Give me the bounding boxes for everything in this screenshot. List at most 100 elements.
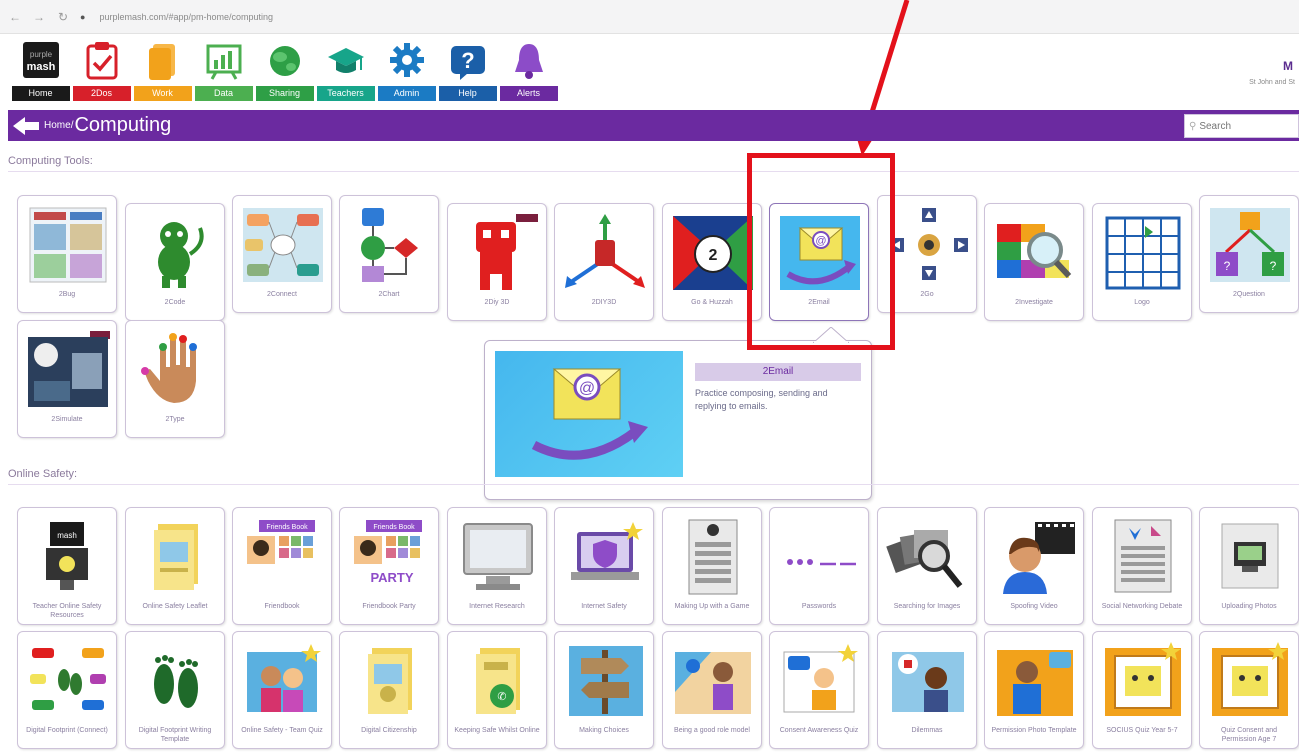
toolbar-help-label: Help (438, 86, 497, 101)
tool-card-2simulate[interactable]: 2Simulate (17, 320, 117, 438)
section-header-computing-tools: Computing Tools: (8, 150, 1299, 172)
safety-card-passwords[interactable]: Passwords (769, 507, 869, 625)
search-box[interactable]: ⚲ (1184, 114, 1299, 138)
2go-direction-icon (886, 206, 970, 284)
toolbar-home[interactable]: purple mash Home (10, 40, 71, 106)
logo-grid-icon (1101, 214, 1185, 292)
search-input[interactable] (1199, 120, 1288, 132)
svg-text:?: ? (461, 48, 474, 73)
safety-card-internet-safety[interactable]: Internet Safety (554, 507, 654, 625)
toolbar-work-label: Work (133, 86, 192, 101)
safety-card-consent-permission-quiz[interactable]: Quiz Consent and Permission Age 7 (1199, 631, 1299, 749)
svg-text:@: @ (579, 380, 595, 397)
safety-card-friendbook-party[interactable]: Friends Book PARTY Friendbook Party (339, 507, 439, 625)
toolbar-sharing[interactable]: Sharing (254, 40, 315, 106)
safety-card-uploading-photos[interactable]: Uploading Photos (1199, 507, 1299, 625)
popup-title: 2Email (695, 363, 861, 381)
safety-card-team-quiz[interactable]: Online Safety - Team Quiz (232, 631, 332, 749)
2type-hand-icon (134, 331, 218, 409)
safety-card-making-choices[interactable]: Making Choices (554, 631, 654, 749)
safety-card-keeping-safe[interactable]: ✆ Keeping Safe Whilst Online (447, 631, 547, 749)
2simulate-scene-icon (26, 331, 110, 409)
safety-card-label: Permission Photo Template (991, 727, 1077, 734)
tool-card-label: 2Code (164, 299, 186, 306)
safety-card-spoofing-video[interactable]: Spoofing Video (984, 507, 1084, 625)
tool-card-2type[interactable]: 2Type (125, 320, 225, 438)
safety-card-internet-research[interactable]: Internet Research (447, 507, 547, 625)
toolbar-help[interactable]: ? Help (437, 40, 498, 106)
lock-icon: ● (80, 11, 86, 22)
user-name[interactable]: M (1283, 59, 1293, 73)
person-film-icon (993, 518, 1077, 596)
tool-card-2bug[interactable]: 2Bug (17, 195, 117, 313)
safety-card-game[interactable]: Making Up with a Game (662, 507, 762, 625)
svg-text:Friends Book: Friends Book (373, 524, 415, 531)
tool-card-label: 2Simulate (51, 416, 83, 423)
url-field[interactable]: purplemash.com/#app/pm-home/computing (99, 11, 274, 22)
safety-card-label: Being a good role model (674, 727, 750, 734)
safety-card-label: Friendbook (264, 603, 300, 610)
upload-monitor-icon (1208, 518, 1292, 596)
tool-card-2connect[interactable]: 2Connect (232, 195, 332, 313)
footprint-mindmap-icon (26, 642, 110, 720)
toolbar-teachers[interactable]: Teachers (315, 40, 376, 106)
safety-card-dilemmas[interactable]: Dilemmas (877, 631, 977, 749)
safety-card-consent-quiz[interactable]: Consent Awareness Quiz (769, 631, 869, 749)
popup-2email-image-icon: @ (495, 351, 683, 477)
svg-text:mash: mash (57, 531, 77, 540)
forward-nav-icon[interactable]: → (32, 10, 46, 24)
tool-card-label: Logo (1134, 299, 1150, 306)
toolbar-2dos[interactable]: 2Dos (71, 40, 132, 106)
2chart-flowchart-icon (348, 206, 432, 284)
tool-card-2code[interactable]: 2Code (125, 203, 225, 321)
footprints-icon (134, 642, 218, 720)
safety-card-teacher-resources[interactable]: mash Teacher Online Safety Resources (17, 507, 117, 625)
tool-card-2diy-3d[interactable]: 2Diy 3D (447, 203, 547, 321)
friendbook-party-icon: Friends Book PARTY (348, 518, 432, 596)
toolbar-alerts[interactable]: Alerts (498, 40, 559, 106)
safety-card-digital-footprint-connect[interactable]: Digital Footprint (Connect) (17, 631, 117, 749)
2connect-mindmap-icon (241, 206, 325, 284)
toolbar-teachers-label: Teachers (316, 86, 375, 101)
safety-card-role-model[interactable]: Being a good role model (662, 631, 762, 749)
safety-card-searching-images[interactable]: Searching for Images (877, 507, 977, 625)
tool-card-label: 2Investigate (1015, 299, 1053, 306)
reload-icon[interactable]: ↻ (56, 10, 70, 24)
tool-card-2question[interactable]: ?? 2Question (1199, 195, 1299, 313)
toolbar-admin[interactable]: Admin (376, 40, 437, 106)
tool-card-2chart[interactable]: 2Chart (339, 195, 439, 313)
safety-card-label: Digital Citizenship (361, 727, 417, 734)
back-arrow-icon[interactable] (8, 110, 44, 141)
safety-card-label: Online Safety Leaflet (142, 603, 208, 610)
tool-card-2investigate[interactable]: 2Investigate (984, 203, 1084, 321)
safety-card-label: Uploading Photos (1221, 603, 1277, 610)
safety-card-label: Internet Research (469, 603, 525, 610)
safety-card-leaflet[interactable]: Online Safety Leaflet (125, 507, 225, 625)
safety-card-social-networking[interactable]: Social Networking Debate (1092, 507, 1192, 625)
toolbar-data[interactable]: Data (193, 40, 254, 106)
safety-card-socius-quiz[interactable]: SOCIUS Quiz Year 5-7 (1092, 631, 1192, 749)
toolbar-work[interactable]: Work (132, 40, 193, 106)
safety-card-label: Consent Awareness Quiz (779, 727, 859, 734)
section-header-online-safety: Online Safety: (8, 463, 1299, 485)
2question-tree-icon: ?? (1208, 206, 1292, 284)
safety-card-digital-footprint-writing[interactable]: Digital Footprint Writing Template (125, 631, 225, 749)
tool-card-logo[interactable]: Logo (1092, 203, 1192, 321)
popup-description: Practice composing, sending and replying… (695, 388, 828, 411)
gear-icon (387, 40, 427, 80)
tool-card-2diy3d[interactable]: 2DIY3D (554, 203, 654, 321)
safety-card-label: Digital Footprint Writing Template (138, 727, 212, 743)
children-quiz-icon (241, 642, 325, 720)
work-folder-icon (143, 40, 183, 80)
safety-card-label: Spoofing Video (1010, 603, 1058, 610)
2bug-thumbnail-icon (26, 206, 110, 284)
safety-card-friendbook[interactable]: Friends Book Friendbook (232, 507, 332, 625)
safety-card-permission-photo[interactable]: Permission Photo Template (984, 631, 1084, 749)
search-icon: ⚲ (1189, 120, 1197, 132)
user-school: St John and St (1249, 79, 1295, 86)
signpost-icon (563, 642, 647, 720)
safety-card-label: Digital Footprint (Connect) (26, 727, 108, 734)
back-nav-icon[interactable]: ← (8, 10, 22, 24)
safety-card-digital-citizenship[interactable]: Digital Citizenship (339, 631, 439, 749)
breadcrumb-home[interactable]: Home (44, 120, 71, 131)
